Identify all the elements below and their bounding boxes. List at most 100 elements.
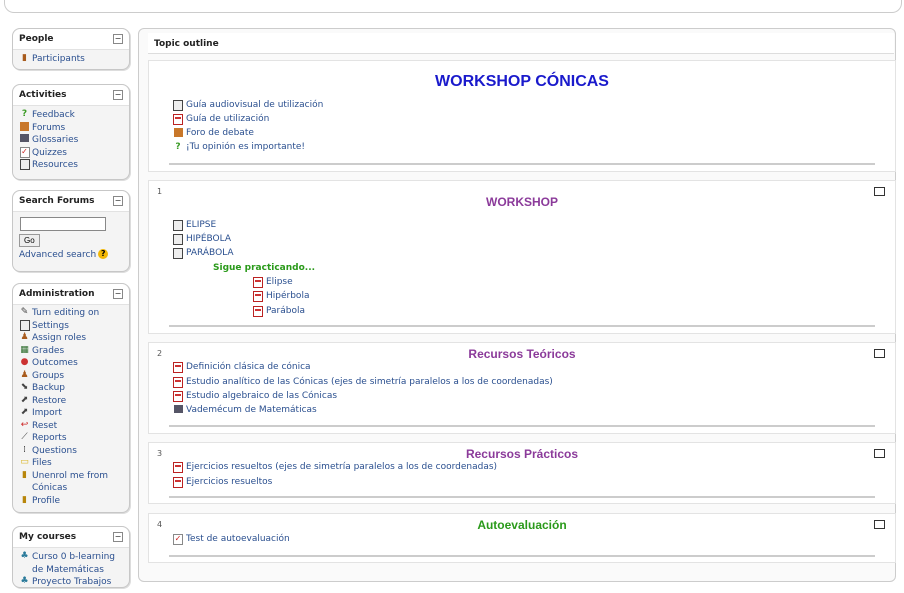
reports-link[interactable]: Reports — [32, 432, 67, 445]
admin-item[interactable]: ↩ Reset — [19, 420, 124, 433]
block-header: My courses − — [13, 527, 129, 548]
admin-item[interactable]: ✎ Turn editing on — [19, 307, 124, 320]
collapse-icon[interactable]: − — [113, 34, 123, 44]
settings-link[interactable]: Settings — [32, 320, 69, 333]
activity-link[interactable]: Vademécum de Matemáticas — [186, 404, 317, 416]
help-icon[interactable]: ? — [98, 249, 109, 259]
activity-item[interactable]: Definición clásica de cónica — [173, 361, 311, 373]
unenrol-link[interactable]: Unenrol me from Cónicas — [32, 470, 124, 495]
search-forums-input[interactable] — [20, 217, 106, 231]
activity-link[interactable]: Definición clásica de cónica — [186, 361, 311, 373]
assign-roles-link[interactable]: Assign roles — [32, 332, 86, 345]
people-item-participants[interactable]: ▮ Participants — [19, 53, 124, 66]
activity-link[interactable]: Estudio analítico de las Cónicas (ejes d… — [186, 376, 553, 388]
admin-item[interactable]: ▭ Files — [19, 457, 124, 470]
participants-link[interactable]: Participants — [32, 53, 85, 66]
course-link[interactable]: Curso 0 b-learning de Matemáticas — [32, 551, 124, 576]
activity-link[interactable]: ¡Tu opinión es importante! — [186, 141, 305, 153]
block-header: Search Forums − — [13, 191, 129, 212]
restore-link[interactable]: Restore — [32, 395, 66, 408]
activities-item-forums[interactable]: Forums — [19, 121, 124, 135]
activity-link[interactable]: Parábola — [266, 305, 305, 317]
activity-link[interactable]: Guía audiovisual de utilización — [186, 99, 323, 111]
collapse-icon[interactable]: − — [113, 289, 123, 299]
pdf-icon — [253, 306, 263, 317]
activity-item[interactable]: Hipérbola — [253, 290, 309, 302]
activity-item[interactable]: ELIPSE — [173, 219, 216, 231]
activity-link[interactable]: Ejercicios resueltos (ejes de simetría p… — [186, 461, 497, 473]
glossaries-link[interactable]: Glossaries — [32, 134, 78, 147]
go-button[interactable]: Go — [19, 234, 40, 247]
grades-link[interactable]: Grades — [32, 345, 64, 358]
activity-link[interactable]: Estudio algebraico de las Cónicas — [186, 390, 337, 402]
activity-item[interactable]: Guía de utilización — [173, 113, 269, 125]
collapse-icon[interactable]: − — [113, 196, 123, 206]
resources-link[interactable]: Resources — [32, 159, 78, 172]
activity-item[interactable]: Vademécum de Matemáticas — [173, 404, 317, 416]
course-link[interactable]: Proyecto Trabajos — [32, 576, 111, 589]
admin-item[interactable]: ⬈ Import — [19, 407, 124, 420]
turn-editing-on-link[interactable]: Turn editing on — [32, 307, 99, 320]
activity-link[interactable]: Guía de utilización — [186, 113, 269, 125]
admin-item[interactable]: Settings — [19, 319, 124, 333]
activity-link[interactable]: Hipérbola — [266, 290, 309, 302]
activity-item[interactable]: Ejercicios resueltos — [173, 476, 272, 488]
outcomes-link[interactable]: Outcomes — [32, 357, 78, 370]
reports-icon: ⟋ — [21, 432, 28, 442]
activity-item[interactable]: ? ¡Tu opinión es importante! — [173, 141, 305, 153]
admin-item[interactable]: ⁞ Questions — [19, 445, 124, 458]
activities-item-feedback[interactable]: ? Feedback — [19, 109, 124, 122]
activity-item[interactable]: ✓ Test de autoevaluación — [173, 533, 290, 545]
activity-link[interactable]: ELIPSE — [186, 219, 216, 231]
collapse-icon[interactable]: − — [113, 90, 123, 100]
backup-link[interactable]: Backup — [32, 382, 65, 395]
advanced-search-link[interactable]: Advanced search — [19, 249, 96, 262]
activity-link[interactable]: Foro de debate — [186, 127, 254, 139]
page-title: Topic outline — [154, 39, 219, 49]
reset-link[interactable]: Reset — [32, 420, 57, 433]
course-item[interactable]: ♣ Curso 0 b-learning de Matemáticas — [19, 551, 124, 576]
feedback-link[interactable]: Feedback — [32, 109, 75, 122]
profile-link[interactable]: Profile — [32, 495, 60, 508]
files-link[interactable]: Files — [32, 457, 52, 470]
section-title: WORKSHOP CÓNICAS — [435, 73, 609, 90]
admin-item[interactable]: ● Outcomes — [19, 357, 124, 370]
groups-link[interactable]: Groups — [32, 370, 64, 383]
collapse-icon[interactable]: − — [113, 532, 123, 542]
activity-link[interactable]: HIPÉBOLA — [186, 233, 231, 245]
quiz-icon: ✓ — [173, 534, 183, 545]
admin-item[interactable]: ▮ Profile — [19, 495, 124, 508]
admin-item[interactable]: ⬈ Restore — [19, 395, 124, 408]
participants-icon: ▮ — [22, 53, 27, 63]
administration-block: Administration − ✎ Turn editing on Setting… — [12, 283, 130, 513]
activities-item-resources[interactable]: Resources — [19, 159, 124, 172]
admin-item[interactable]: ▦ Grades — [19, 345, 124, 358]
admin-item[interactable]: ♟ Assign roles — [19, 332, 124, 345]
activity-item[interactable]: Parábola — [253, 305, 305, 317]
activity-item[interactable]: Elipse — [253, 276, 293, 288]
activities-item-quizzes[interactable]: ✓ Quizzes — [19, 146, 124, 160]
activity-item[interactable]: Guía audiovisual de utilización — [173, 99, 323, 111]
activity-link[interactable]: PARÁBOLA — [186, 247, 234, 259]
activity-link[interactable]: Test de autoevaluación — [186, 533, 290, 545]
admin-item[interactable]: ⟋ Reports — [19, 432, 124, 445]
course-item[interactable]: ♣ Proyecto Trabajos — [19, 576, 124, 589]
admin-item[interactable]: ♟ Groups — [19, 370, 124, 383]
activity-item[interactable]: HIPÉBOLA — [173, 233, 231, 245]
import-link[interactable]: Import — [32, 407, 62, 420]
activity-link[interactable]: Elipse — [266, 276, 293, 288]
quizzes-link[interactable]: Quizzes — [32, 147, 67, 160]
activity-item[interactable]: Ejercicios resueltos (ejes de simetría p… — [173, 461, 497, 473]
activity-link[interactable]: Ejercicios resueltos — [186, 476, 272, 488]
advanced-search-row[interactable]: Advanced search? — [19, 249, 124, 262]
document-icon — [173, 100, 183, 111]
activity-item[interactable]: PARÁBOLA — [173, 247, 234, 259]
activity-item[interactable]: Estudio analítico de las Cónicas (ejes d… — [173, 376, 553, 388]
questions-link[interactable]: Questions — [32, 445, 77, 458]
activity-item[interactable]: Foro de debate — [173, 127, 254, 139]
activity-item[interactable]: Estudio algebraico de las Cónicas — [173, 390, 337, 402]
admin-item[interactable]: ⬊ Backup — [19, 382, 124, 395]
forums-link[interactable]: Forums — [32, 122, 65, 135]
admin-item[interactable]: ▮ Unenrol me from Cónicas — [19, 470, 124, 495]
activities-item-glossaries[interactable]: Glossaries — [19, 134, 124, 147]
